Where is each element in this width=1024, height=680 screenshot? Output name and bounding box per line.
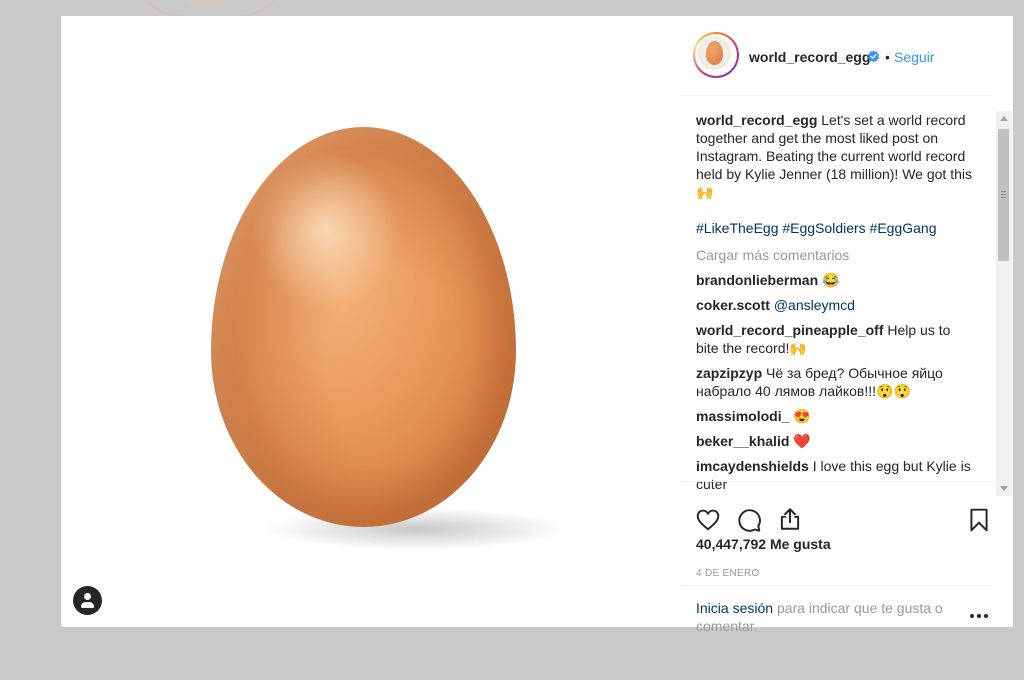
comment-item: massimolodi_ 😍 bbox=[696, 407, 976, 425]
post-header: world_record_egg • Seguir bbox=[681, 16, 993, 96]
scrollbar-grip-line bbox=[1001, 197, 1006, 198]
comment-username[interactable]: imcaydenshields bbox=[696, 458, 809, 474]
avatar-image bbox=[697, 36, 731, 70]
load-more-comments-button[interactable]: Cargar más comentarios bbox=[696, 246, 976, 264]
post-photo[interactable] bbox=[61, 16, 681, 627]
comments-scrollbar[interactable] bbox=[996, 111, 1012, 496]
verified-badge-icon bbox=[867, 50, 880, 63]
comment-item: world_record_pineapple_off Help us to bi… bbox=[696, 321, 976, 357]
header-separator: • bbox=[885, 49, 890, 65]
login-prompt: Inicia sesión para indicar que te gusta … bbox=[681, 585, 993, 634]
caption-hashtags[interactable]: #LikeTheEgg #EggSoldiers #EggGang bbox=[696, 219, 976, 237]
scroll-down-arrow-icon[interactable] bbox=[1000, 486, 1008, 491]
comment-username[interactable]: world_record_pineapple_off bbox=[696, 322, 883, 338]
comment-item: coker.scott @ansleymcd bbox=[696, 296, 976, 314]
comment-bubble-icon[interactable] bbox=[736, 507, 762, 533]
avatar-egg bbox=[706, 41, 723, 65]
comment-item: beker__khalid ❤️ bbox=[696, 432, 976, 450]
caption: world_record_egg Let's set a world recor… bbox=[696, 111, 976, 201]
header-username[interactable]: world_record_egg bbox=[749, 49, 870, 65]
user-tag-body bbox=[81, 602, 94, 608]
scrollbar-grip-line bbox=[1001, 194, 1006, 195]
post-sidebar: world_record_egg • Seguir world_record_e… bbox=[681, 16, 1013, 634]
scrollbar-grip-line bbox=[1001, 191, 1006, 192]
likes-count[interactable]: 40,447,792 Me gusta bbox=[696, 536, 831, 552]
avatar[interactable] bbox=[693, 32, 739, 78]
login-prompt-text: Inicia sesión para indicar que te gusta … bbox=[696, 599, 956, 635]
share-icon[interactable] bbox=[777, 506, 803, 532]
scroll-up-arrow-icon[interactable] bbox=[1000, 116, 1008, 121]
comment-username[interactable]: coker.scott bbox=[696, 297, 770, 313]
more-options-icon[interactable] bbox=[969, 613, 989, 619]
bookmark-icon[interactable] bbox=[966, 507, 992, 533]
comment-mention[interactable]: @ansleymcd bbox=[774, 297, 855, 313]
post-date[interactable]: 4 DE ENERO bbox=[696, 568, 760, 579]
comment-username[interactable]: massimolodi_ bbox=[696, 408, 789, 424]
caption-username[interactable]: world_record_egg bbox=[696, 112, 817, 128]
comment-text: ❤️ bbox=[793, 433, 811, 449]
comment-text: 😂 bbox=[822, 272, 840, 288]
comments-list[interactable]: world_record_egg Let's set a world recor… bbox=[696, 111, 976, 496]
comment-username[interactable]: brandonlieberman bbox=[696, 272, 818, 288]
comment-item: brandonlieberman 😂 bbox=[696, 271, 976, 289]
comment-item: zapzipzyp Чё за бред? Обычное яйцо набра… bbox=[696, 364, 976, 400]
egg-image bbox=[211, 127, 516, 527]
scrollbar-thumb[interactable] bbox=[998, 129, 1009, 261]
login-link[interactable]: Inicia sesión bbox=[696, 600, 773, 616]
comment-username[interactable]: zapzipzyp bbox=[696, 365, 762, 381]
user-tag-head bbox=[84, 593, 91, 600]
comment-text: 😍 bbox=[793, 408, 811, 424]
follow-button[interactable]: Seguir bbox=[894, 49, 934, 65]
user-tag-icon[interactable] bbox=[73, 586, 102, 615]
post-actions: 40,447,792 Me gusta 4 DE ENERO Inicia se… bbox=[681, 481, 993, 634]
background-egg-avatar bbox=[180, 0, 238, 12]
comment-username[interactable]: beker__khalid bbox=[696, 433, 789, 449]
post-modal: world_record_egg • Seguir world_record_e… bbox=[61, 16, 1013, 634]
heart-icon[interactable] bbox=[695, 507, 721, 533]
